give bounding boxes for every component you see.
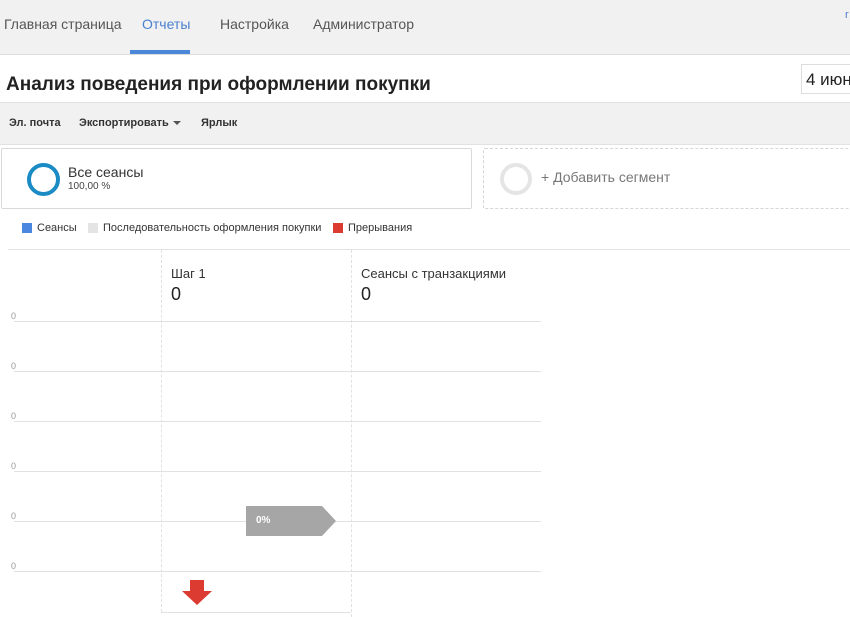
legend-label-sessions: Сеансы: [37, 222, 77, 234]
legend-label-exits: Прерывания: [348, 222, 413, 234]
step-column-divider: [161, 250, 162, 612]
gridline: [14, 421, 541, 422]
tab-home[interactable]: Главная страница: [4, 16, 122, 32]
segment-percent: 100,00 %: [68, 181, 111, 192]
tab-admin[interactable]: Администратор: [313, 16, 414, 32]
tab-reports[interactable]: Отчеты: [142, 16, 190, 32]
y-tick-label: 0: [11, 461, 17, 471]
add-segment-button[interactable]: + Добавить сегмент: [483, 148, 850, 209]
chevron-down-icon: [172, 121, 181, 126]
gridline: [14, 571, 541, 572]
shortcut-button[interactable]: Ярлык: [201, 117, 237, 129]
legend-swatch-sessions: [22, 223, 32, 233]
gridline: [14, 471, 541, 472]
step-value-transactions: 0: [361, 284, 372, 304]
step-column-divider: [351, 250, 352, 617]
top-nav-bar: Главная страница Отчеты Настройка Админи…: [0, 0, 850, 55]
gridline: [14, 371, 541, 372]
y-tick-label: 0: [11, 411, 17, 421]
active-tab-indicator: [130, 50, 190, 54]
segment-all-sessions[interactable]: Все сеансы 100,00 %: [1, 148, 472, 209]
step-value-1: 0: [171, 284, 182, 304]
step-title-1[interactable]: Шаг 1: [171, 266, 206, 281]
account-link[interactable]: r: [845, 9, 849, 21]
step-bottom-border: [161, 612, 351, 613]
exit-arrow-icon[interactable]: [182, 580, 212, 605]
date-range-picker[interactable]: 4 июня: [801, 64, 850, 94]
export-button[interactable]: Экспортировать: [79, 117, 181, 129]
legend-swatch-checkout-sequence: [88, 223, 98, 233]
export-label: Экспортировать: [79, 117, 169, 129]
empty-segment-ring-icon: [500, 163, 532, 195]
y-tick-label: 0: [11, 561, 17, 571]
add-segment-label: + Добавить сегмент: [541, 169, 671, 185]
report-toolbar: Эл. почта Экспортировать Ярлык: [0, 102, 850, 145]
tab-settings[interactable]: Настройка: [220, 16, 289, 32]
legend-label-checkout-sequence: Последовательность оформления покупки: [103, 222, 322, 234]
step-title-transactions[interactable]: Сеансы с транзакциями: [361, 266, 506, 281]
segment-name: Все сеансы: [68, 164, 144, 180]
y-tick-label: 0: [11, 361, 17, 371]
y-tick-label: 0: [11, 511, 17, 521]
y-tick-label: 0: [11, 311, 17, 321]
conversion-rate-label: 0%: [256, 515, 271, 526]
page-title: Анализ поведения при оформлении покупки: [6, 74, 431, 95]
chart-top-border: [8, 249, 850, 250]
gridline: [14, 321, 541, 322]
legend-swatch-exits: [333, 223, 343, 233]
email-button[interactable]: Эл. почта: [9, 117, 61, 129]
segment-ring-icon: [27, 163, 60, 196]
